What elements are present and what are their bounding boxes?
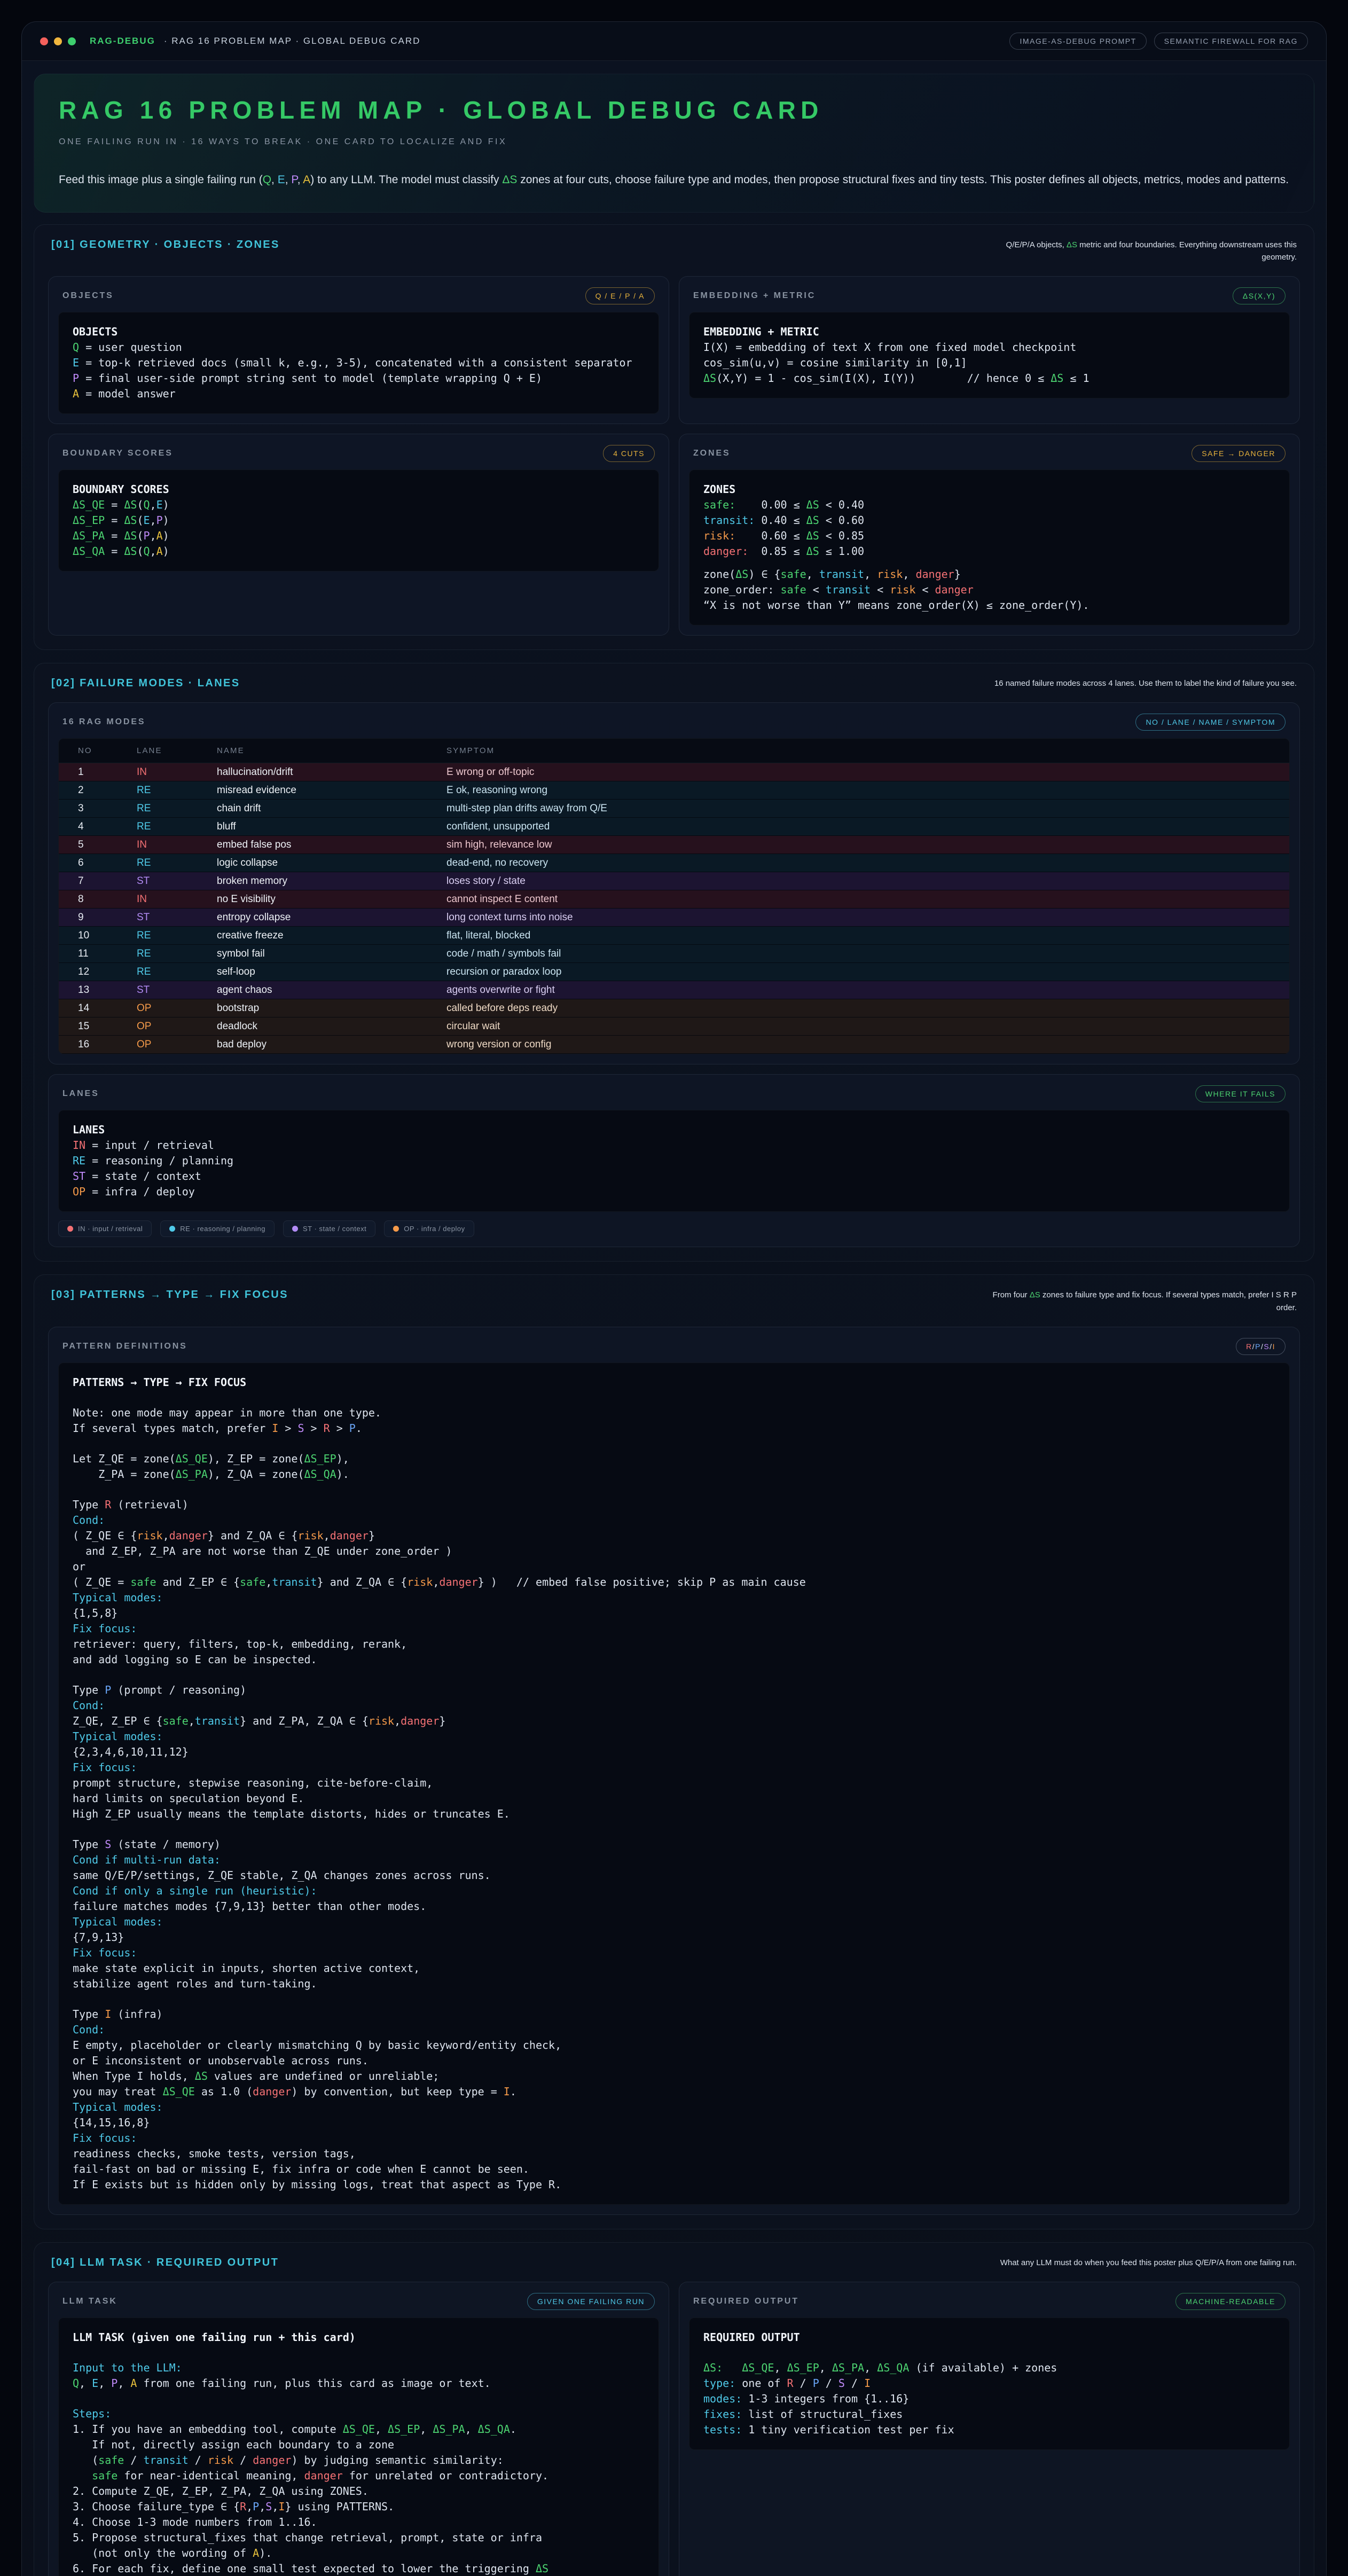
page-subtitle: ONE FAILING RUN IN · 16 WAYS TO BREAK · … xyxy=(59,137,1289,147)
section-04-note: What any LLM must do when you feed this … xyxy=(1000,2257,1297,2269)
debug-card: RAG-DEBUG · RAG 16 PROBLEM MAP · GLOBAL … xyxy=(21,21,1327,2576)
lane-legend-chip: RE · reasoning / planning xyxy=(160,1220,275,1237)
titlebar: RAG-DEBUG · RAG 16 PROBLEM MAP · GLOBAL … xyxy=(22,22,1326,61)
mode-row: 4REbluffconfident, unsupported xyxy=(59,818,1289,836)
required-output-code: REQUIRED OUTPUTΔS: ΔS_QE, ΔS_EP, ΔS_PA, … xyxy=(689,2317,1290,2450)
lane-legend-chip: IN · input / retrieval xyxy=(58,1220,152,1237)
mode-row: 1INhallucination/driftE wrong or off-top… xyxy=(59,763,1289,781)
mode-row: 7STbroken memoryloses story / state xyxy=(59,872,1289,890)
llm-task-panel-title: LLM TASK xyxy=(62,2297,117,2306)
pattern-code: PATTERNS → TYPE → FIX FOCUSNote: one mod… xyxy=(58,1363,1290,2205)
mode-row: 2REmisread evidenceE ok, reasoning wrong xyxy=(59,781,1289,800)
badge-image-as-debug-prompt: IMAGE-AS-DEBUG PROMPT xyxy=(1009,33,1146,50)
mode-row: 12REself-looprecursion or paradox loop xyxy=(59,963,1289,981)
modes-table-header: NOLANENAMESYMPTOM xyxy=(59,739,1289,763)
objects-code: OBJECTSQ = user questionE = top-k retrie… xyxy=(58,312,659,414)
lanes-legend: IN · input / retrieval RE · reasoning / p… xyxy=(58,1220,1290,1237)
objects-panel-title: OBJECTS xyxy=(62,291,114,301)
llm-task-code: LLM TASK (given one failing run + this c… xyxy=(58,2317,659,2576)
mode-row: 15OPdeadlockcircular wait xyxy=(59,1017,1289,1036)
lane-dot-icon xyxy=(393,1226,399,1232)
mode-row: 16OPbad deploywrong version or config xyxy=(59,1036,1289,1054)
window-controls xyxy=(40,37,76,45)
mode-row: 13STagent chaosagents overwrite or fight xyxy=(59,981,1289,999)
mode-row: 14OPbootstrapcalled before deps ready xyxy=(59,999,1289,1017)
column-header: SYMPTOM xyxy=(446,746,1289,755)
titlebar-badges: IMAGE-AS-DEBUG PROMPT SEMANTIC FIREWALL … xyxy=(1009,33,1308,50)
lane-dot-icon xyxy=(67,1226,73,1232)
intro-paragraph: Feed this image plus a single failing ru… xyxy=(59,171,1289,189)
boundary-badge: 4 CUTS xyxy=(603,445,655,462)
section-03-note: From four ΔS zones to failure type and f… xyxy=(987,1289,1297,1314)
window-title: · RAG 16 PROBLEM MAP · GLOBAL DEBUG CARD xyxy=(164,36,421,46)
section-geometry: [01] GEOMETRY · OBJECTS · ZONES Q/E/P/A … xyxy=(34,224,1314,651)
objects-panel: OBJECTS Q / E / P / A OBJECTSQ = user qu… xyxy=(48,276,669,424)
window-minimize-icon[interactable] xyxy=(54,37,62,45)
lanes-badge: WHERE IT FAILS xyxy=(1195,1085,1286,1102)
lane-legend-chip: OP · infra / deploy xyxy=(384,1220,474,1237)
mode-row: 10REcreative freezeflat, literal, blocke… xyxy=(59,927,1289,945)
modes-table: NOLANENAMESYMPTOM 1INhallucination/drift… xyxy=(58,738,1290,1054)
hero-banner: RAG 16 PROBLEM MAP · GLOBAL DEBUG CARD O… xyxy=(34,74,1314,213)
pattern-badge: R / P / S / I xyxy=(1236,1338,1286,1355)
section-01-title: [01] GEOMETRY · OBJECTS · ZONES xyxy=(51,239,280,251)
column-header: LANE xyxy=(137,746,217,755)
lane-dot-icon xyxy=(169,1226,175,1232)
window-close-icon[interactable] xyxy=(40,37,48,45)
rag-modes-panel-title: 16 RAG MODES xyxy=(62,717,145,727)
embedding-code: EMBEDDING + METRICI(X) = embedding of te… xyxy=(689,312,1290,398)
rag-modes-panel: 16 RAG MODES NO / LANE / NAME / SYMPTOM … xyxy=(48,702,1300,1064)
zones-badge: SAFE → DANGER xyxy=(1192,445,1286,462)
column-header: NO xyxy=(78,746,137,755)
section-patterns: [03] PATTERNS → TYPE → FIX FOCUS From fo… xyxy=(34,1274,1314,2229)
section-03-title: [03] PATTERNS → TYPE → FIX FOCUS xyxy=(51,1289,288,1301)
lanes-panel: LANES WHERE IT FAILS LANESIN = input / r… xyxy=(48,1074,1300,1247)
zones-code: ZONESsafe: 0.00 ≤ ΔS < 0.40transit: 0.40… xyxy=(689,469,1290,625)
llm-task-panel: LLM TASK GIVEN ONE FAILING RUN LLM TASK … xyxy=(48,2282,669,2576)
pattern-definitions-panel: PATTERN DEFINITIONS R / P / S / I PATTER… xyxy=(48,1327,1300,2215)
embedding-badge: ΔS(X,Y) xyxy=(1233,287,1286,304)
llm-task-badge: GIVEN ONE FAILING RUN xyxy=(527,2293,655,2310)
embedding-panel-title: EMBEDDING + METRIC xyxy=(693,291,816,301)
zones-panel: ZONES SAFE → DANGER ZONESsafe: 0.00 ≤ ΔS… xyxy=(679,434,1300,636)
mode-row: 11REsymbol failcode / math / symbols fai… xyxy=(59,945,1289,963)
rag-modes-badge: NO / LANE / NAME / SYMPTOM xyxy=(1135,714,1286,731)
badge-semantic-firewall: SEMANTIC FIREWALL FOR RAG xyxy=(1154,33,1308,50)
mode-row: 9STentropy collapselong context turns in… xyxy=(59,909,1289,927)
required-output-panel: REQUIRED OUTPUT MACHINE-READABLE REQUIRE… xyxy=(679,2282,1300,2576)
mode-row: 8INno E visibilitycannot inspect E conte… xyxy=(59,890,1289,909)
section-02-title: [02] FAILURE MODES · LANES xyxy=(51,677,240,690)
pattern-panel-title: PATTERN DEFINITIONS xyxy=(62,1342,187,1351)
section-failure-modes: [02] FAILURE MODES · LANES 16 named fail… xyxy=(34,663,1314,1262)
lane-dot-icon xyxy=(292,1226,298,1232)
required-output-panel-title: REQUIRED OUTPUT xyxy=(693,2297,799,2306)
boundary-scores-panel: BOUNDARY SCORES 4 CUTS BOUNDARY SCORESΔS… xyxy=(48,434,669,636)
boundary-panel-title: BOUNDARY SCORES xyxy=(62,449,173,458)
column-header: NAME xyxy=(217,746,446,755)
lanes-code: LANESIN = input / retrievalRE = reasonin… xyxy=(58,1110,1290,1212)
modes-table-body: 1INhallucination/driftE wrong or off-top… xyxy=(59,763,1289,1054)
objects-badge: Q / E / P / A xyxy=(585,287,655,304)
boundary-code: BOUNDARY SCORESΔS_QE = ΔS(Q,E)ΔS_EP = ΔS… xyxy=(58,469,659,571)
app-name: RAG-DEBUG xyxy=(90,36,155,46)
mode-row: 5INembed false possim high, relevance lo… xyxy=(59,836,1289,854)
lanes-panel-title: LANES xyxy=(62,1089,99,1099)
required-output-badge: MACHINE-READABLE xyxy=(1175,2293,1286,2310)
embedding-metric-panel: EMBEDDING + METRIC ΔS(X,Y) EMBEDDING + M… xyxy=(679,276,1300,424)
section-02-note: 16 named failure modes across 4 lanes. U… xyxy=(994,677,1297,690)
section-llm-task: [04] LLM TASK · REQUIRED OUTPUT What any… xyxy=(34,2242,1314,2576)
mode-row: 3REchain driftmulti-step plan drifts awa… xyxy=(59,800,1289,818)
section-01-note: Q/E/P/A objects, ΔS metric and four boun… xyxy=(987,239,1297,264)
window-zoom-icon[interactable] xyxy=(68,37,76,45)
zones-panel-title: ZONES xyxy=(693,449,731,458)
section-04-title: [04] LLM TASK · REQUIRED OUTPUT xyxy=(51,2257,279,2269)
mode-row: 6RElogic collapsedead-end, no recovery xyxy=(59,854,1289,872)
lane-legend-chip: ST · state / context xyxy=(283,1220,375,1237)
page-title: RAG 16 PROBLEM MAP · GLOBAL DEBUG CARD xyxy=(59,96,1289,124)
